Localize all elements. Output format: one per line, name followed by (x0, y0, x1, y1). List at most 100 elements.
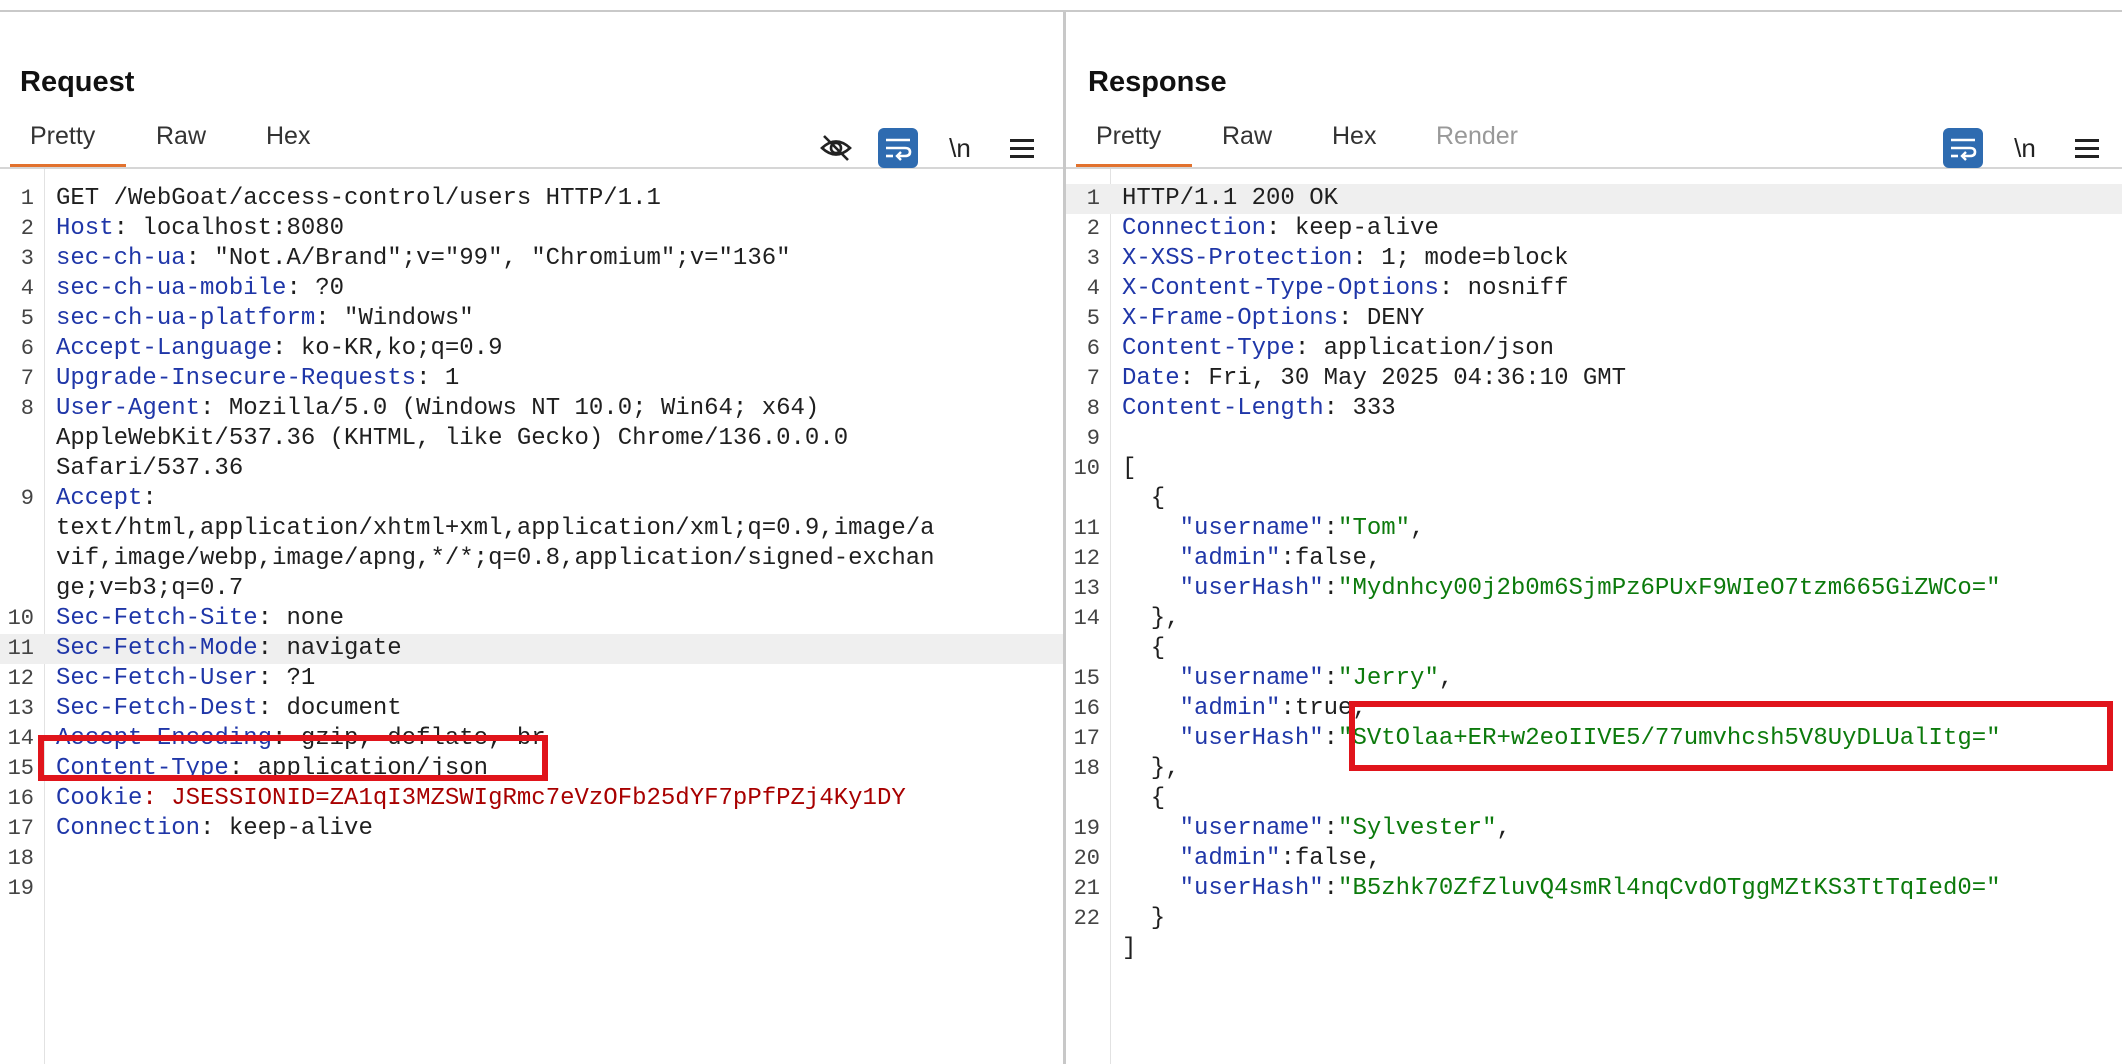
code-token: Date (1122, 365, 1180, 392)
code-line[interactable]: text/html,application/xhtml+xml,applicat… (0, 514, 1063, 544)
code-line[interactable]: 21 "userHash":"B5zhk70ZfZluvQ4smRl4nqCvd… (1066, 874, 2122, 904)
code-line[interactable]: 12 "admin":false, (1066, 544, 2122, 574)
response-tab-raw[interactable]: Raw (1222, 122, 1272, 151)
line-text: Accept-Language: ko-KR,ko;q=0.9 (56, 334, 502, 364)
newline-toggle[interactable]: \n (940, 128, 980, 168)
menu-icon[interactable] (2067, 128, 2107, 168)
code-line[interactable]: 9 (1066, 424, 2122, 454)
code-line[interactable]: 12 Sec-Fetch-User: ?1 (0, 664, 1063, 694)
code-line[interactable]: 2 Host: localhost:8080 (0, 214, 1063, 244)
code-line[interactable]: ] (1066, 934, 2122, 964)
code-line[interactable]: 20 "admin":false, (1066, 844, 2122, 874)
code-line[interactable]: 9 Accept: (0, 484, 1063, 514)
menu-icon[interactable] (1002, 128, 1042, 168)
request-tab-hex[interactable]: Hex (266, 122, 310, 151)
line-text: Connection: keep-alive (1122, 214, 1439, 244)
code-line[interactable]: 22 } (1066, 904, 2122, 934)
code-line[interactable]: 6 Content-Type: application/json (1066, 334, 2122, 364)
code-line[interactable]: { (1066, 484, 2122, 514)
code-token: , (1410, 515, 1425, 542)
code-token: AppleWebKit/537.36 (KHTML, like Gecko) C… (56, 425, 849, 452)
code-line[interactable]: 8 Content-Length: 333 (1066, 394, 2122, 424)
code-line[interactable]: 10 Sec-Fetch-Site: none (0, 604, 1063, 634)
code-token: Content-Length (1122, 395, 1324, 422)
code-token: "admin" (1179, 695, 1281, 722)
code-line[interactable]: { (1066, 784, 2122, 814)
line-number: 16 (7, 786, 34, 811)
code-line[interactable]: 3 sec-ch-ua: "Not.A/Brand";v="99", "Chrom… (0, 244, 1063, 274)
line-text: X-XSS-Protection: 1; mode=block (1122, 244, 1568, 274)
code-token: : JSESSIONID=ZA1qI3MZSWIgRmc7eVzOFb25dYF… (142, 785, 906, 812)
newline-toggle[interactable]: \n (2005, 128, 2045, 168)
code-token: : none (257, 605, 345, 632)
request-tab-pretty[interactable]: Pretty (30, 122, 95, 151)
line-text: Sec-Fetch-Dest: document (56, 694, 402, 724)
response-tab-render[interactable]: Render (1436, 122, 1518, 151)
code-token: :false, (1280, 845, 1382, 872)
line-number: 10 (1073, 456, 1100, 481)
code-line[interactable]: 8 User-Agent: Mozilla/5.0 (Windows NT 10.… (0, 394, 1063, 424)
line-text: AppleWebKit/537.36 (KHTML, like Gecko) C… (56, 424, 848, 454)
code-line[interactable]: 5 X-Frame-Options: DENY (1066, 304, 2122, 334)
line-number: 10 (7, 606, 34, 631)
code-token: : document (257, 695, 402, 722)
code-line[interactable]: 10 [ (1066, 454, 2122, 484)
line-text: Connection: keep-alive (56, 814, 373, 844)
code-line[interactable]: 3 X-XSS-Protection: 1; mode=block (1066, 244, 2122, 274)
code-line[interactable]: vif,image/webp,image/apng,*/*;q=0.8,appl… (0, 544, 1063, 574)
code-line[interactable]: 16 Cookie: JSESSIONID=ZA1qI3MZSWIgRmc7eVz… (0, 784, 1063, 814)
code-line[interactable]: 13 "userHash":"Mydnhcy00j2b0m6SjmPz6PUxF… (1066, 574, 2122, 604)
eye-off-icon[interactable] (816, 128, 856, 168)
code-line[interactable]: 4 X-Content-Type-Options: nosniff (1066, 274, 2122, 304)
line-text: "admin":false, (1122, 544, 1382, 574)
code-line[interactable]: Safari/537.36 (0, 454, 1063, 484)
line-text: sec-ch-ua-platform: "Windows" (56, 304, 474, 334)
code-token: : "Windows" (315, 305, 474, 332)
wrap-icon[interactable] (1943, 128, 1983, 168)
request-title: Request (20, 66, 135, 98)
code-line[interactable]: 19 "username":"Sylvester", (1066, 814, 2122, 844)
code-token: "Sylvester" (1338, 815, 1497, 842)
wrap-icon[interactable] (878, 128, 918, 168)
code-token: : nosniff (1438, 275, 1569, 302)
code-line[interactable]: 11 Sec-Fetch-Mode: navigate (0, 634, 1063, 664)
code-line[interactable]: 14 }, (1066, 604, 2122, 634)
code-line[interactable]: 7 Upgrade-Insecure-Requests: 1 (0, 364, 1063, 394)
code-token: : ?1 (257, 665, 316, 692)
code-line[interactable]: { (1066, 634, 2122, 664)
code-line[interactable]: 19 (0, 874, 1063, 904)
code-line[interactable]: AppleWebKit/537.36 (KHTML, like Gecko) C… (0, 424, 1063, 454)
code-line[interactable]: 5 sec-ch-ua-platform: "Windows" (0, 304, 1063, 334)
code-line[interactable]: 15 "username":"Jerry", (1066, 664, 2122, 694)
code-token: }, (1122, 755, 1180, 782)
code-line[interactable]: 18 (0, 844, 1063, 874)
line-number: 13 (7, 696, 34, 721)
code-line[interactable]: 11 "username":"Tom", (1066, 514, 2122, 544)
code-token: Upgrade-Insecure-Requests (56, 365, 417, 392)
line-text: X-Frame-Options: DENY (1122, 304, 1424, 334)
code-line[interactable]: 7 Date: Fri, 30 May 2025 04:36:10 GMT (1066, 364, 2122, 394)
code-line[interactable]: 6 Accept-Language: ko-KR,ko;q=0.9 (0, 334, 1063, 364)
line-number: 8 (20, 396, 34, 421)
line-text: text/html,application/xhtml+xml,applicat… (56, 514, 935, 544)
code-token: "Mydnhcy00j2b0m6SjmPz6PUxF9WIeO7tzm665Gi… (1338, 575, 2001, 602)
line-number: 16 (1073, 696, 1100, 721)
code-token: }, (1122, 605, 1180, 632)
code-line[interactable]: 4 sec-ch-ua-mobile: ?0 (0, 274, 1063, 304)
line-number: 13 (1073, 576, 1100, 601)
code-token: : (1323, 875, 1339, 902)
response-tab-pretty[interactable]: Pretty (1096, 122, 1161, 151)
request-tab-raw[interactable]: Raw (156, 122, 206, 151)
code-line[interactable]: 17 Connection: keep-alive (0, 814, 1063, 844)
code-token: "username" (1179, 815, 1324, 842)
code-line[interactable]: 1 GET /WebGoat/access-control/users HTTP/… (0, 184, 1063, 214)
code-line[interactable]: 13 Sec-Fetch-Dest: document (0, 694, 1063, 724)
code-line[interactable]: 2 Connection: keep-alive (1066, 214, 2122, 244)
code-line[interactable]: ge;v=b3;q=0.7 (0, 574, 1063, 604)
response-tab-hex[interactable]: Hex (1332, 122, 1376, 151)
code-line[interactable]: 1 HTTP/1.1 200 OK (1066, 184, 2122, 214)
code-token: "admin" (1179, 845, 1281, 872)
code-token: : (1323, 665, 1339, 692)
